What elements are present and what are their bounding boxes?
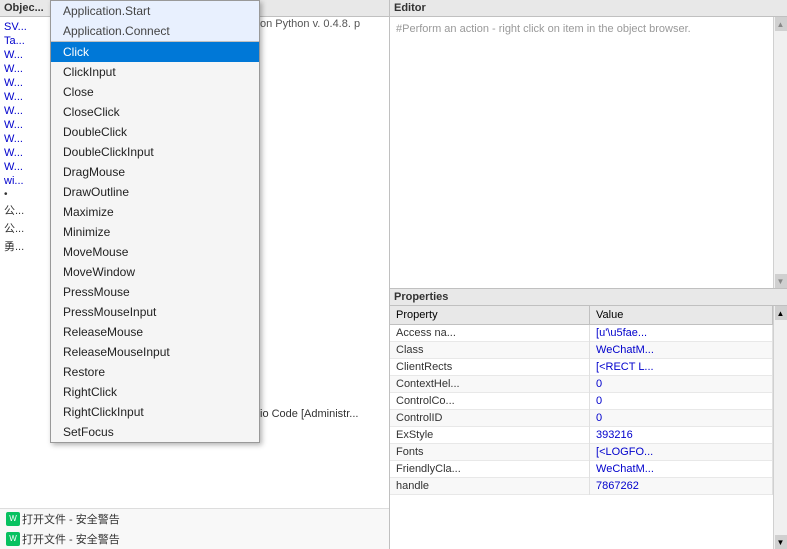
prop-row[interactable]: ContextHel...0: [390, 376, 773, 393]
prop-value-cell: [<LOGFO...: [590, 444, 773, 461]
prop-value-cell: [u'\u5fae...: [590, 325, 773, 342]
prop-name-cell: ControlID: [390, 410, 590, 427]
prop-name-cell: Fonts: [390, 444, 590, 461]
prop-row[interactable]: ExStyle393216: [390, 427, 773, 444]
python-version-text: on Python v. 0.4.8. p: [260, 18, 380, 30]
editor-section: Editor #Perform an action - right click …: [390, 0, 787, 289]
bottom-items-area: W 打开文件 - 安全警告 W 打开文件 - 安全警告: [0, 508, 389, 549]
bottom-item-1[interactable]: W 打开文件 - 安全警告: [0, 509, 389, 529]
prop-row[interactable]: Access na...[u'\u5fae...: [390, 325, 773, 342]
bottom-item-2[interactable]: W 打开文件 - 安全警告: [0, 529, 389, 549]
menu-item-rightclickinput[interactable]: RightClickInput: [51, 402, 259, 422]
properties-scrollbar[interactable]: ▲ ▼: [773, 306, 787, 549]
prop-name-cell: FriendlyCla...: [390, 461, 590, 478]
menu-item-setfocus[interactable]: SetFocus: [51, 422, 259, 442]
prop-value-cell: 7867262: [590, 478, 773, 495]
menu-item-movemouse[interactable]: MoveMouse: [51, 242, 259, 262]
properties-table: Property Value Access na...[u'\u5fae...C…: [390, 306, 773, 549]
editor-title: Editor: [394, 2, 426, 14]
menu-item-pressmouse[interactable]: PressMouse: [51, 282, 259, 302]
menu-item-minimize[interactable]: Minimize: [51, 222, 259, 242]
scroll-up-arrow[interactable]: ▲: [775, 17, 787, 31]
prop-table: Property Value Access na...[u'\u5fae...C…: [390, 306, 773, 495]
menu-item-application-start[interactable]: Application.Start: [51, 1, 259, 21]
prop-value-cell: 0: [590, 410, 773, 427]
menu-item-closeclick[interactable]: CloseClick: [51, 102, 259, 122]
prop-name-cell: ClientRects: [390, 359, 590, 376]
properties-body: Property Value Access na...[u'\u5fae...C…: [390, 306, 787, 549]
prop-row[interactable]: ControlID0: [390, 410, 773, 427]
prop-row[interactable]: handle7867262: [390, 478, 773, 495]
right-panel: Editor #Perform an action - right click …: [390, 0, 787, 549]
prop-value-cell: 0: [590, 393, 773, 410]
menu-item-releasemouseinput[interactable]: ReleaseMouseInput: [51, 342, 259, 362]
scroll-down-arrow[interactable]: ▼: [775, 274, 787, 288]
menu-item-releasemouse[interactable]: ReleaseMouse: [51, 322, 259, 342]
editor-placeholder: #Perform an action - right click on item…: [396, 23, 691, 35]
menu-item-click[interactable]: Click: [51, 42, 259, 62]
menu-item-doubleclickinput[interactable]: DoubleClickInput: [51, 142, 259, 162]
editor-header: Editor: [390, 0, 787, 17]
menu-item-rightclick[interactable]: RightClick: [51, 382, 259, 402]
prop-value-cell: WeChatM...: [590, 461, 773, 478]
prop-value-cell: 393216: [590, 427, 773, 444]
props-scroll-up[interactable]: ▲: [775, 306, 787, 320]
editor-scrollbar[interactable]: ▲ ▼: [773, 17, 787, 288]
prop-row[interactable]: ControlCo...0: [390, 393, 773, 410]
code-text: io Code [Administr...: [260, 408, 380, 420]
weixin-icon-2: W: [6, 532, 20, 546]
prop-value-cell: WeChatM...: [590, 342, 773, 359]
prop-name-cell: ExStyle: [390, 427, 590, 444]
prop-name-cell: ControlCo...: [390, 393, 590, 410]
menu-item-restore[interactable]: Restore: [51, 362, 259, 382]
prop-value-cell: [<RECT L...: [590, 359, 773, 376]
prop-row[interactable]: ClassWeChatM...: [390, 342, 773, 359]
context-menu-top-section: Application.Start Application.Connect: [51, 1, 259, 42]
menu-item-maximize[interactable]: Maximize: [51, 202, 259, 222]
menu-item-clickinput[interactable]: ClickInput: [51, 62, 259, 82]
weixin-icon: W: [6, 512, 20, 526]
menu-item-doubleclick[interactable]: DoubleClick: [51, 122, 259, 142]
menu-item-application-connect[interactable]: Application.Connect: [51, 21, 259, 41]
prop-name-cell: Class: [390, 342, 590, 359]
menu-item-close[interactable]: Close: [51, 82, 259, 102]
properties-section: Properties Property Value Access na...[u…: [390, 289, 787, 549]
col-header-property: Property: [390, 306, 590, 325]
prop-name-cell: Access na...: [390, 325, 590, 342]
prop-name-cell: ContextHel...: [390, 376, 590, 393]
prop-row[interactable]: FriendlyCla...WeChatM...: [390, 461, 773, 478]
prop-row[interactable]: Fonts[<LOGFO...: [390, 444, 773, 461]
menu-item-dragmouse[interactable]: DragMouse: [51, 162, 259, 182]
col-header-value: Value: [590, 306, 773, 325]
prop-name-cell: handle: [390, 478, 590, 495]
menu-item-movewindow[interactable]: MoveWindow: [51, 262, 259, 282]
left-panel: Objec... SV... Ta... W... W... W... W...…: [0, 0, 390, 549]
menu-item-drawoutline[interactable]: DrawOutline: [51, 182, 259, 202]
editor-body[interactable]: #Perform an action - right click on item…: [390, 17, 787, 288]
properties-header: Properties: [390, 289, 787, 306]
context-menu: Application.Start Application.Connect Cl…: [50, 0, 260, 443]
left-panel-title: Objec...: [4, 2, 44, 14]
prop-value-cell: 0: [590, 376, 773, 393]
menu-item-pressmouseinput[interactable]: PressMouseInput: [51, 302, 259, 322]
prop-row[interactable]: ClientRects[<RECT L...: [390, 359, 773, 376]
properties-title: Properties: [394, 291, 448, 303]
props-scroll-down[interactable]: ▼: [775, 535, 787, 549]
